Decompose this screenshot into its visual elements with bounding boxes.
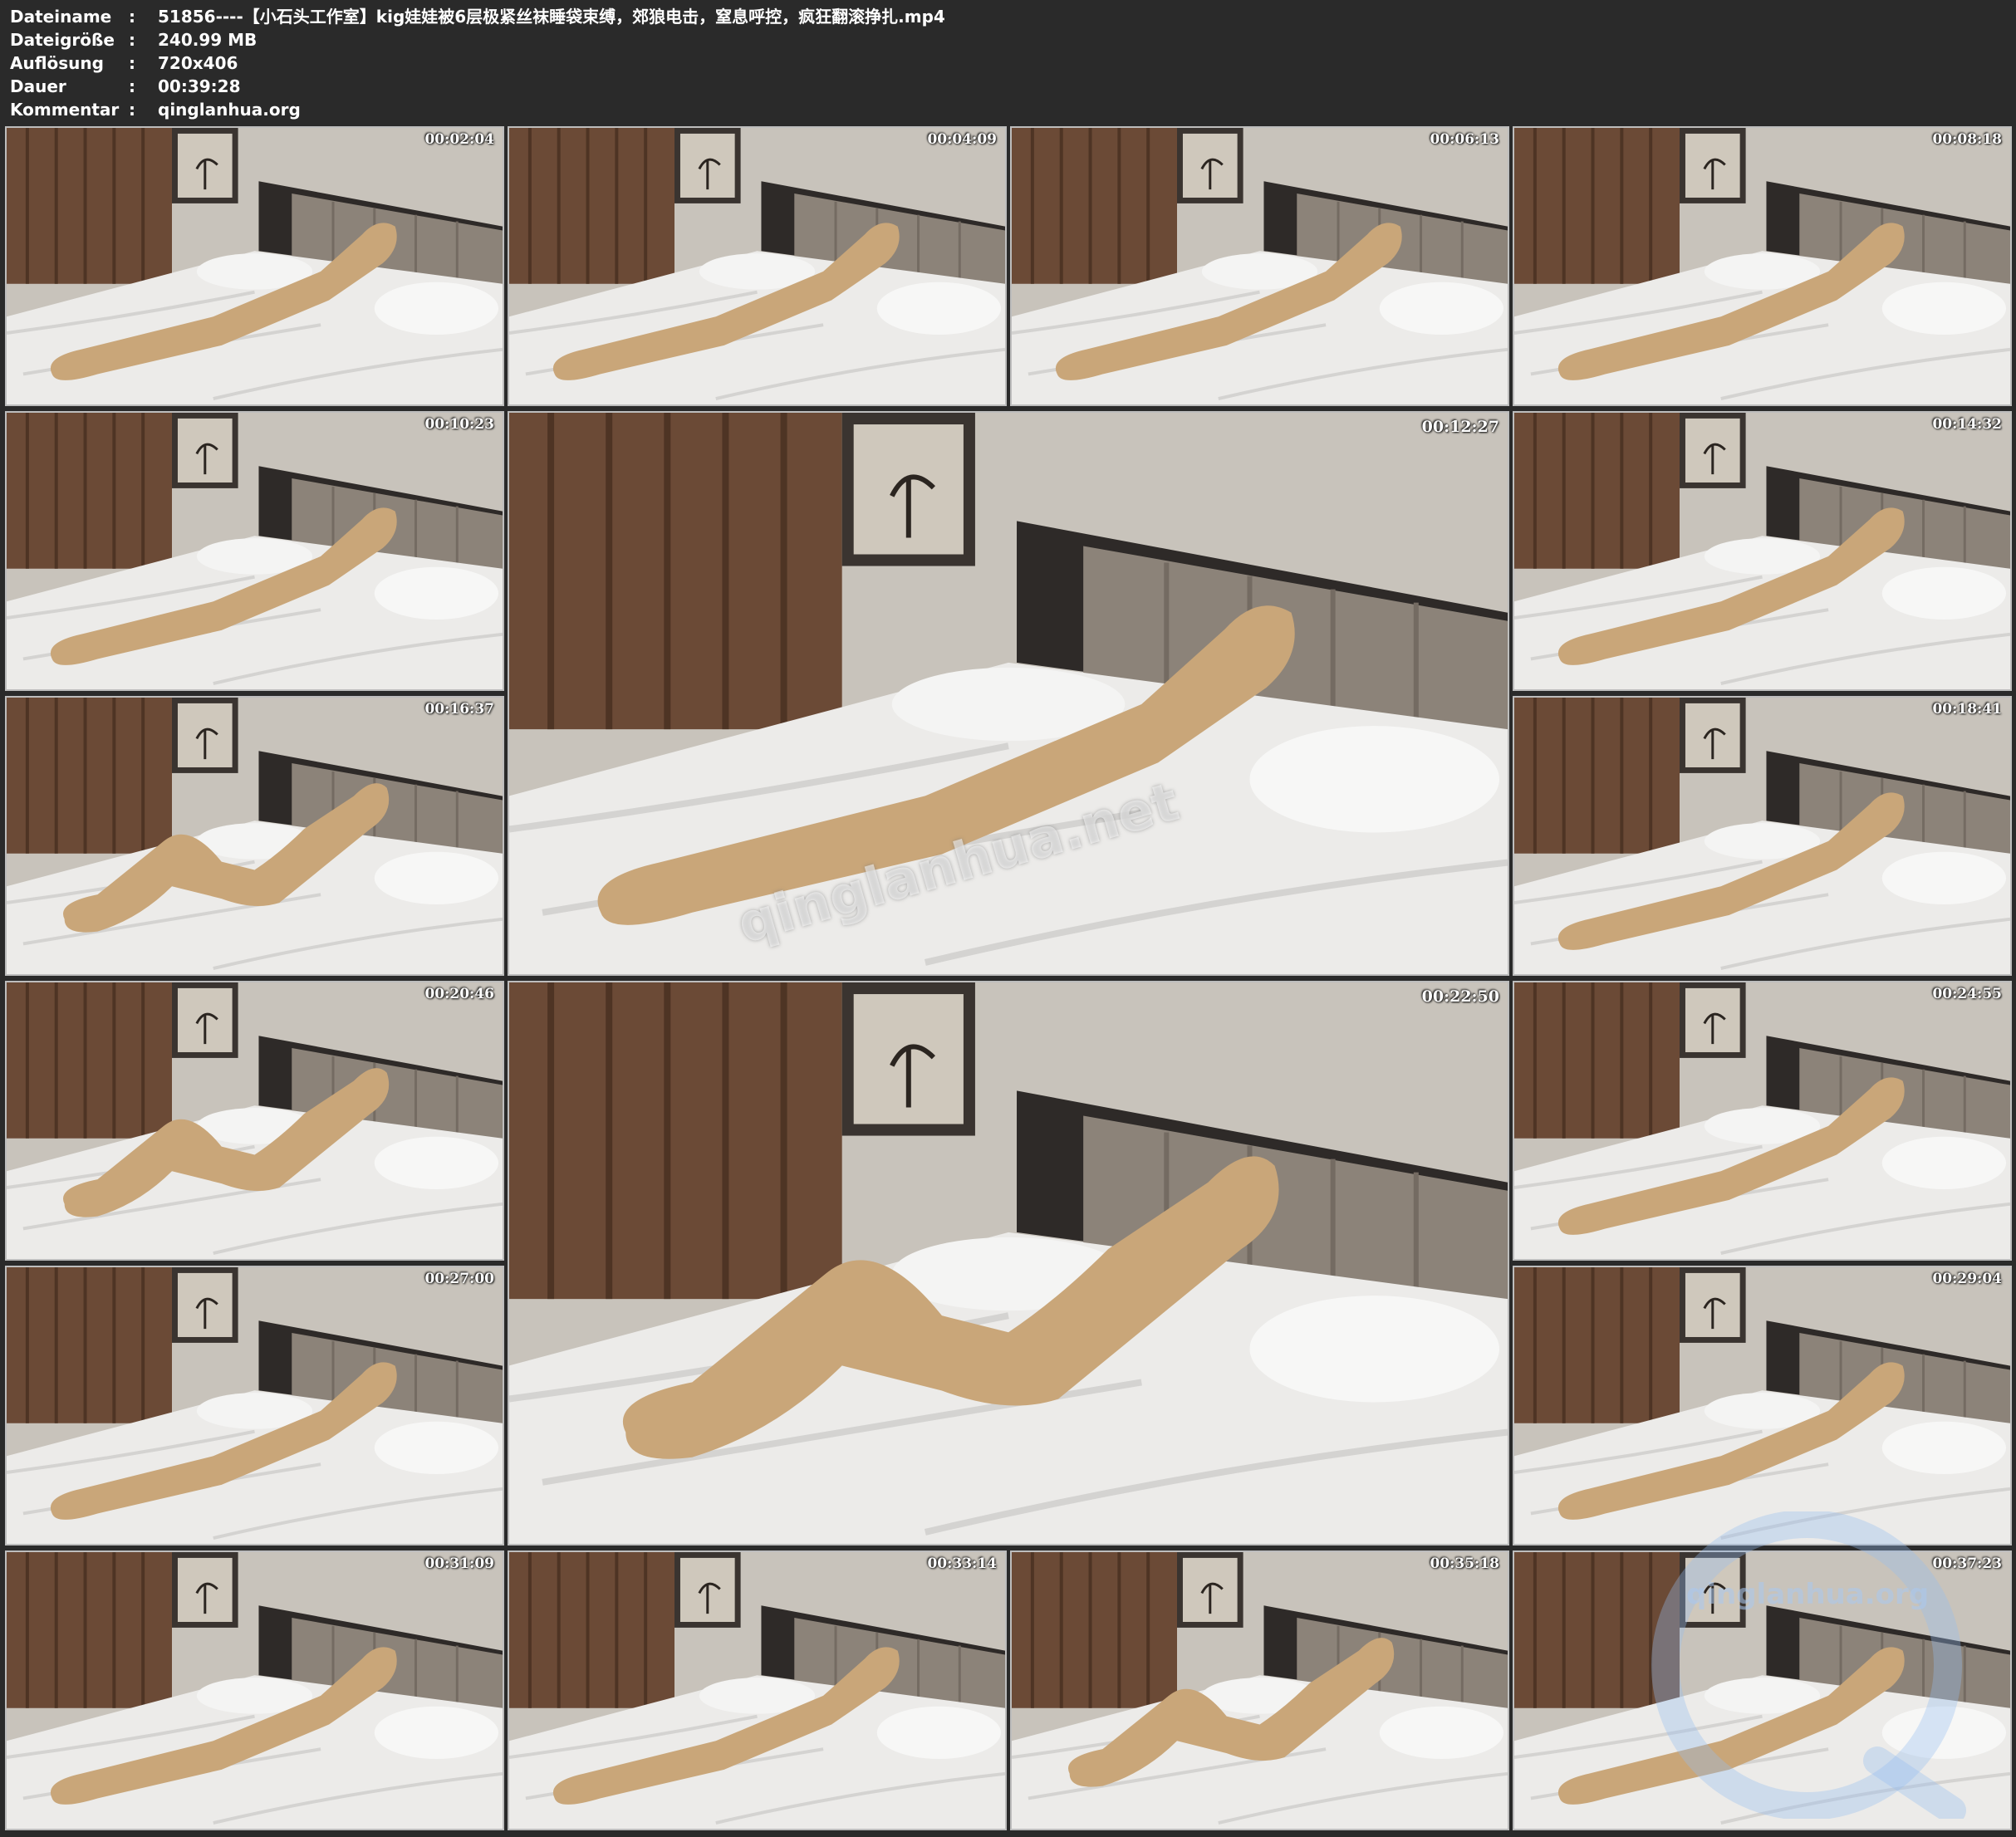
timestamp: 00:16:37: [424, 701, 494, 718]
video-thumbnail: 00:10:23: [5, 411, 504, 691]
thumbnail-frame: [7, 698, 503, 974]
video-thumbnail: 00:20:46: [5, 981, 504, 1261]
thumbnail-frame: [7, 128, 503, 404]
timestamp: 00:12:27: [1421, 418, 1499, 436]
thumbnail-frame: [1514, 128, 2010, 404]
timestamp: 00:33:14: [927, 1555, 997, 1572]
timestamp: 00:08:18: [1932, 131, 2002, 148]
timestamp: 00:22:50: [1421, 987, 1499, 1006]
video-thumbnail: 00:16:37: [5, 696, 504, 976]
video-thumbnail: 00:14:32: [1513, 411, 2012, 691]
timestamp: 00:04:09: [927, 131, 997, 148]
thumbnail-frame: [7, 1267, 503, 1544]
thumbnail-frame: [7, 982, 503, 1259]
timestamp: 00:31:09: [424, 1555, 494, 1572]
thumbnail-frame: [7, 1552, 503, 1829]
thumbnail-frame: [1012, 128, 1508, 404]
thumbnail-frame: [509, 982, 1508, 1544]
video-thumbnail: 00:29:04: [1513, 1266, 2012, 1546]
video-thumbnail: 00:12:27: [508, 411, 1509, 976]
thumbnail-frame: [1514, 982, 2010, 1259]
timestamp: 00:14:32: [1932, 416, 2002, 433]
timestamp: 00:18:41: [1932, 701, 2002, 718]
video-thumbnail: 00:22:50: [508, 981, 1509, 1546]
video-thumbnail: 00:08:18: [1513, 126, 2012, 406]
video-thumbnail: 00:31:09: [5, 1550, 504, 1830]
video-thumbnail: 00:02:04: [5, 126, 504, 406]
timestamp: 00:27:00: [424, 1271, 494, 1287]
thumbnail-frame: [1514, 1267, 2010, 1544]
video-thumbnail: 00:35:18: [1010, 1550, 1509, 1830]
timestamp: 00:29:04: [1932, 1271, 2002, 1287]
thumbnail-frame: [7, 413, 503, 689]
timestamp: 00:02:04: [424, 131, 494, 148]
timestamp: 00:35:18: [1430, 1555, 1499, 1572]
thumbnail-frame: [509, 128, 1005, 404]
timestamp: 00:06:13: [1430, 131, 1499, 148]
thumbnail-frame: [1514, 413, 2010, 689]
video-thumbnail: 00:04:09: [508, 126, 1007, 406]
thumbnail-frame: [509, 413, 1508, 974]
video-thumbnail: 00:33:14: [508, 1550, 1007, 1830]
timestamp: 00:20:46: [424, 986, 494, 1002]
video-thumbnail: 00:18:41: [1513, 696, 2012, 976]
timestamp: 00:24:55: [1932, 986, 2002, 1002]
watermark-logo: [1651, 1511, 1966, 1819]
video-thumbnail: 00:27:00: [5, 1266, 504, 1546]
video-thumbnail: 00:06:13: [1010, 126, 1509, 406]
thumbnail-frame: [509, 1552, 1005, 1829]
thumbnail-frame: [1514, 698, 2010, 974]
thumbnail-frame: [1012, 1552, 1508, 1829]
video-thumbnail: 00:24:55: [1513, 981, 2012, 1261]
watermark-logo-text: qinglanhua.org: [1686, 1578, 1930, 1611]
timestamp: 00:10:23: [424, 416, 494, 433]
